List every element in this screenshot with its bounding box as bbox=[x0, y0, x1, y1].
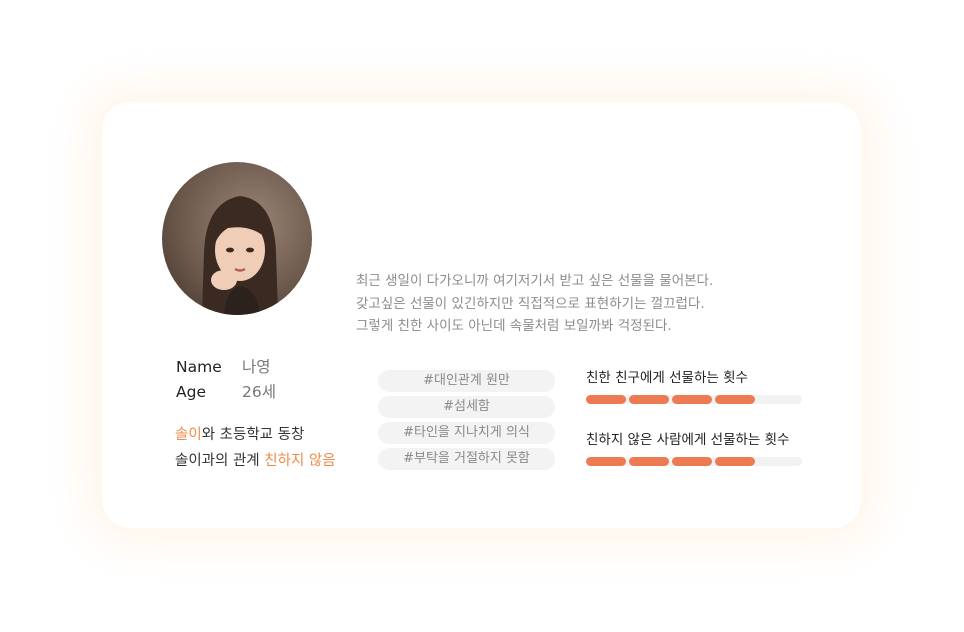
stat-not-close: 친하지 않은 사람에게 선물하는 횟수 bbox=[586, 430, 802, 466]
age-value: 26세 bbox=[242, 383, 276, 401]
persona-description: 최근 생일이 다가오니까 여기저기서 받고 싶은 선물을 물어본다. 갖고싶은 … bbox=[356, 270, 776, 338]
stat-bar bbox=[586, 395, 802, 404]
stat-segment bbox=[586, 457, 626, 466]
stat-segment bbox=[672, 457, 712, 466]
relation-line-1: 솔이와 초등학교 동창 bbox=[175, 423, 304, 444]
description-line: 최근 생일이 다가오니까 여기저기서 받고 싶은 선물을 물어본다. bbox=[356, 273, 714, 289]
relation-name: 솔이 bbox=[175, 427, 202, 443]
stat-bar bbox=[586, 457, 802, 466]
stat-segment bbox=[672, 395, 712, 404]
relation-text: 솔이과의 관계 bbox=[175, 453, 265, 469]
trait-tag: #타인을 지나치게 의식 bbox=[378, 422, 555, 444]
stat-label: 친하지 않은 사람에게 선물하는 횟수 bbox=[586, 432, 790, 448]
stat-segment bbox=[586, 395, 626, 404]
avatar bbox=[162, 162, 312, 315]
relation-line-2: 솔이과의 관계 친하지 않음 bbox=[175, 449, 336, 470]
trait-tag: #섬세함 bbox=[378, 396, 555, 418]
description-line: 갖고싶은 선물이 있긴하지만 직접적으로 표현하기는 껄끄럽다. bbox=[356, 295, 705, 312]
stat-label: 친한 친구에게 선물하는 횟수 bbox=[586, 370, 748, 386]
age-row: Age 26세 bbox=[176, 380, 276, 402]
stat-segment bbox=[629, 457, 669, 466]
portrait-illustration bbox=[202, 196, 278, 315]
trait-tag: #대인관계 원만 bbox=[378, 370, 555, 392]
relation-status: 친하지 않음 bbox=[264, 453, 336, 469]
age-label: Age bbox=[176, 383, 206, 401]
stat-segment bbox=[715, 457, 755, 466]
relation-text: 와 초등학교 동창 bbox=[201, 427, 305, 443]
name-row: Name 나영 bbox=[176, 355, 271, 377]
stat-segment bbox=[629, 395, 669, 404]
stat-close-friends: 친한 친구에게 선물하는 횟수 bbox=[586, 368, 802, 404]
trait-tags: #대인관계 원만 #섬세함 #타인을 지나치게 의식 #부탁을 거절하지 못함 bbox=[378, 370, 555, 474]
description-line: 그렇게 친한 사이도 아닌데 속물처럼 보일까봐 걱정된다. bbox=[356, 318, 672, 334]
name-label: Name bbox=[176, 358, 222, 376]
stat-segment bbox=[715, 395, 755, 404]
trait-tag: #부탁을 거절하지 못함 bbox=[378, 448, 555, 470]
name-value: 나영 bbox=[242, 358, 271, 376]
